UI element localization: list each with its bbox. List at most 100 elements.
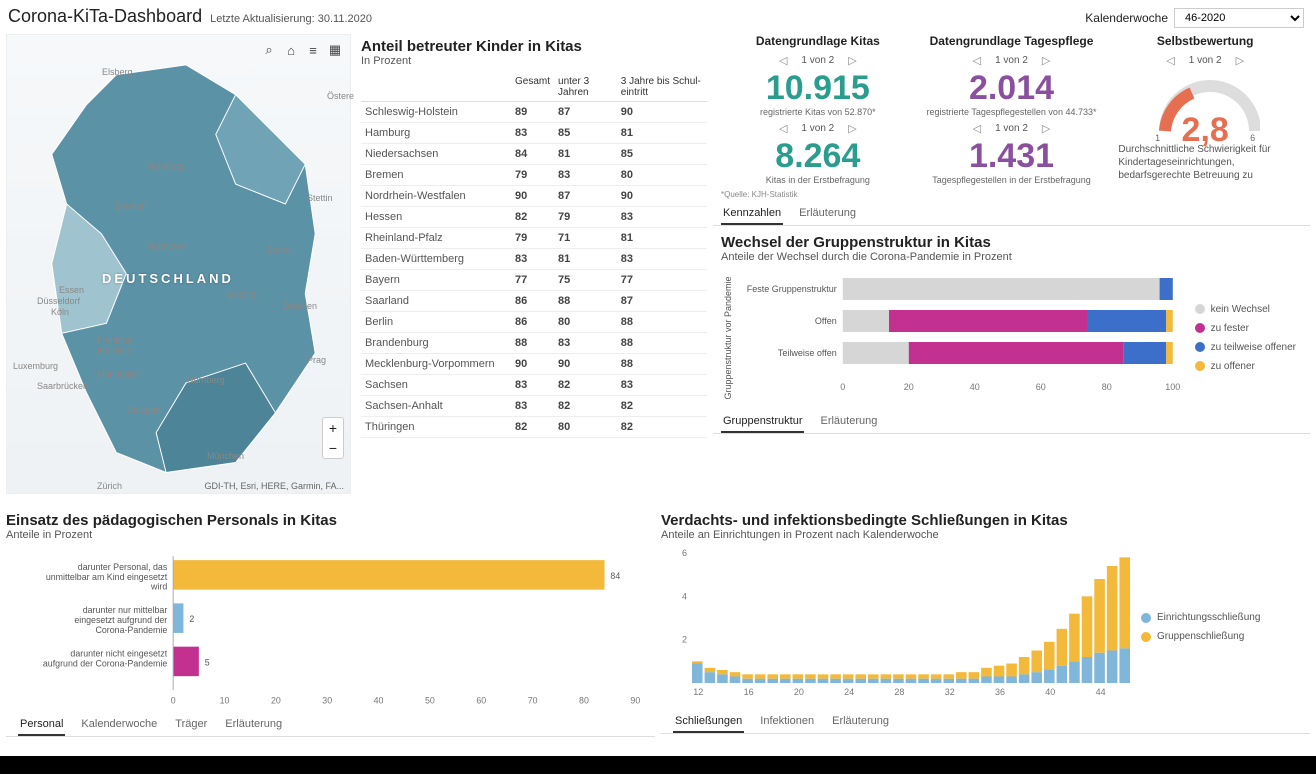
tab-personal[interactable]: Personal bbox=[18, 714, 65, 736]
right-top-panel: Datengrundlage Kitas◁1 von 2▷10.915regis… bbox=[713, 34, 1310, 494]
table-row[interactable]: Sachsen-Anhalt838282 bbox=[361, 396, 707, 417]
tab-erlaeuterung[interactable]: Erläuterung bbox=[797, 203, 858, 225]
table-header: unter 3 Jahren bbox=[554, 73, 617, 102]
prev-icon[interactable]: ◁ bbox=[973, 54, 981, 67]
city-label: Düsseldorf bbox=[37, 296, 80, 306]
zoom-in-button[interactable]: + bbox=[323, 418, 343, 438]
table-row[interactable]: Schleswig-Holstein898790 bbox=[361, 102, 707, 123]
personal-panel: Einsatz des pädagogischen Personals in K… bbox=[6, 504, 655, 764]
svg-text:Gruppenstruktur vor Pandemie: Gruppenstruktur vor Pandemie bbox=[723, 276, 733, 399]
kpi-subtitle: Kitas in der Erstbefragung bbox=[725, 175, 911, 186]
svg-text:84: 84 bbox=[610, 571, 620, 581]
svg-text:0: 0 bbox=[171, 696, 176, 706]
table-row[interactable]: Saarland868887 bbox=[361, 291, 707, 312]
svg-text:Corona-Pandemie: Corona-Pandemie bbox=[95, 625, 167, 635]
kpi-column: Selbstbewertung◁1 von 2▷ 2,8 16 Durchsch… bbox=[1108, 34, 1302, 186]
prev-icon[interactable]: ◁ bbox=[973, 122, 981, 135]
tab-erlaeuterung-4[interactable]: Erläuterung bbox=[830, 711, 891, 733]
prev-icon[interactable]: ◁ bbox=[779, 54, 787, 67]
table-row[interactable]: Rheinland-Pfalz797181 bbox=[361, 228, 707, 249]
legend-item: zu fester bbox=[1195, 323, 1296, 334]
list-icon[interactable]: ≡ bbox=[304, 41, 322, 59]
tab-kennzahlen[interactable]: Kennzahlen bbox=[721, 203, 783, 225]
tab-erlaeuterung-3[interactable]: Erläuterung bbox=[223, 714, 284, 736]
svg-text:unmittelbar am Kind eingesetzt: unmittelbar am Kind eingesetzt bbox=[46, 572, 168, 582]
city-label: Luxemburg bbox=[13, 361, 58, 371]
tab-gruppenstruktur[interactable]: Gruppenstruktur bbox=[721, 411, 804, 433]
city-label: Dresden bbox=[283, 301, 317, 311]
city-label: Nürnberg bbox=[187, 375, 225, 385]
tab-kalenderwoche[interactable]: Kalenderwoche bbox=[79, 714, 159, 736]
next-icon[interactable]: ▷ bbox=[1236, 54, 1244, 67]
city-label: Leipzig bbox=[227, 289, 256, 299]
svg-text:Teilweise offen: Teilweise offen bbox=[778, 348, 837, 358]
kpi-title: Selbstbewertung bbox=[1112, 34, 1298, 48]
table-row[interactable]: Hamburg838581 bbox=[361, 123, 707, 144]
kpi-source: *Quelle: KJH-Statistik bbox=[713, 190, 1310, 199]
table-row[interactable]: Bremen798380 bbox=[361, 165, 707, 186]
pager-text: 1 von 2 bbox=[801, 55, 834, 66]
svg-text:20: 20 bbox=[271, 696, 281, 706]
week-select[interactable]: 46-2020 bbox=[1174, 8, 1304, 28]
next-icon[interactable]: ▷ bbox=[1042, 122, 1050, 135]
city-label: Berlin bbox=[267, 245, 290, 255]
city-label: Saarbrücken bbox=[37, 381, 88, 391]
tab-schliessungen[interactable]: Schließungen bbox=[673, 711, 744, 733]
svg-text:2: 2 bbox=[682, 635, 687, 645]
closures-legend: EinrichtungsschließungGruppenschließung bbox=[1141, 547, 1266, 707]
closures-title: Verdachts- und infektionsbedingte Schlie… bbox=[661, 504, 1310, 529]
table-subtitle: In Prozent bbox=[361, 55, 707, 67]
zoom-out-button[interactable]: − bbox=[323, 438, 343, 458]
closures-tabs: Schließungen Infektionen Erläuterung bbox=[661, 711, 1310, 734]
search-icon[interactable]: ⌕ bbox=[260, 41, 278, 59]
svg-text:24: 24 bbox=[844, 687, 854, 697]
kpi-column: Datengrundlage Tagespflege◁1 von 2▷2.014… bbox=[915, 34, 1109, 186]
tab-erlaeuterung-2[interactable]: Erläuterung bbox=[818, 411, 879, 433]
grid-icon[interactable]: ▦ bbox=[326, 41, 344, 59]
next-icon[interactable]: ▷ bbox=[848, 54, 856, 67]
svg-text:20: 20 bbox=[904, 382, 914, 392]
prev-icon[interactable]: ◁ bbox=[779, 122, 787, 135]
city-label: Zürich bbox=[97, 481, 122, 491]
table-row[interactable]: Niedersachsen848185 bbox=[361, 144, 707, 165]
prev-icon[interactable]: ◁ bbox=[1166, 54, 1174, 67]
personal-title: Einsatz des pädagogischen Personals in K… bbox=[6, 504, 655, 529]
svg-text:darunter nur mittelbar: darunter nur mittelbar bbox=[83, 605, 168, 615]
svg-text:eingesetzt aufgrund der: eingesetzt aufgrund der bbox=[74, 615, 167, 625]
next-icon[interactable]: ▷ bbox=[848, 122, 856, 135]
svg-text:darunter nicht eingesetzt: darunter nicht eingesetzt bbox=[70, 649, 167, 659]
city-label: Hamburg bbox=[147, 161, 184, 171]
personal-subtitle: Anteile in Prozent bbox=[6, 529, 655, 547]
table-row[interactable]: Sachsen838283 bbox=[361, 375, 707, 396]
table-row[interactable]: Hessen827983 bbox=[361, 207, 707, 228]
table-row[interactable]: Berlin868088 bbox=[361, 312, 707, 333]
city-label: Elsberg bbox=[102, 67, 133, 77]
svg-text:aufgrund der Corona-Pandemie: aufgrund der Corona-Pandemie bbox=[43, 658, 167, 668]
city-label: Mannheim bbox=[97, 369, 139, 379]
svg-text:30: 30 bbox=[322, 696, 332, 706]
table-row[interactable]: Thüringen828082 bbox=[361, 417, 707, 438]
table-row[interactable]: Nordrhein-Westfalen908790 bbox=[361, 186, 707, 207]
table-row[interactable]: Brandenburg888388 bbox=[361, 333, 707, 354]
table-header bbox=[361, 73, 511, 102]
table-panel: Anteil betreuter Kinder in Kitas In Proz… bbox=[357, 34, 707, 494]
city-label: Hannover bbox=[147, 241, 186, 251]
table-row[interactable]: Mecklenburg-Vorpommern909088 bbox=[361, 354, 707, 375]
svg-text:16: 16 bbox=[744, 687, 754, 697]
legend-item: kein Wechsel bbox=[1195, 304, 1296, 315]
pager-text: 1 von 2 bbox=[801, 123, 834, 134]
map-panel[interactable]: ⌕ ⌂ ≡ ▦ DEUTSCHLAND Elsberg Hamburg Brem… bbox=[6, 34, 351, 494]
table-row[interactable]: Bayern777577 bbox=[361, 270, 707, 291]
kpi-title: Datengrundlage Kitas bbox=[725, 34, 911, 48]
svg-text:80: 80 bbox=[1102, 382, 1112, 392]
table-row[interactable]: Baden-Württemberg838183 bbox=[361, 249, 707, 270]
tab-traeger[interactable]: Träger bbox=[173, 714, 209, 736]
next-icon[interactable]: ▷ bbox=[1042, 54, 1050, 67]
germany-map bbox=[7, 35, 350, 492]
closures-chart: 246121620242832364044 bbox=[661, 547, 1141, 707]
tab-infektionen[interactable]: Infektionen bbox=[758, 711, 816, 733]
home-icon[interactable]: ⌂ bbox=[282, 41, 300, 59]
svg-text:100: 100 bbox=[1165, 382, 1180, 392]
kpi-subtitle: registrierte Kitas von 52.870* bbox=[725, 107, 911, 118]
svg-text:70: 70 bbox=[528, 696, 538, 706]
